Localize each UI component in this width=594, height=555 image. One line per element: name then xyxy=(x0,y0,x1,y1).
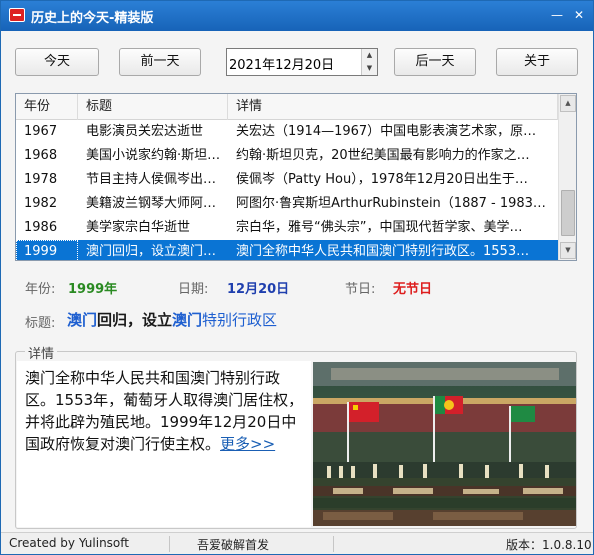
cell-title: 节目主持人侯佩岑出… xyxy=(86,172,217,187)
window-title: 历史上的今天-精装版 xyxy=(31,11,154,26)
scrollbar-thumb[interactable] xyxy=(561,190,575,236)
cell-details: 阿图尔·鲁宾斯坦ArthurRubinstein（1887 - 1983… xyxy=(236,196,546,211)
today-button[interactable]: 今天 xyxy=(15,48,99,76)
event-photo-image xyxy=(313,362,576,526)
cell-year: 1982 xyxy=(24,196,58,211)
cell-details: 关宏达（1914—1967）中国电影表演艺术家，原… xyxy=(236,124,537,139)
date-picker-value: 2021年12月20日 xyxy=(229,58,335,73)
status-bar: Created by Yulinsoft 吾爱破解首发 版本：1.0.8.10 xyxy=(1,532,593,554)
date-label: 日期: xyxy=(178,282,209,297)
table-row[interactable]: 1967 电影演员关宏达逝世 关宏达（1914—1967）中国电影表演艺术家，原… xyxy=(16,120,558,144)
app-window: 历史上的今天-精装版 — ✕ 今天 前一天 2021年12月20日 ▲ ▼ 后一… xyxy=(0,0,594,555)
minimize-icon[interactable]: — xyxy=(547,6,567,24)
year-value: 1999年 xyxy=(68,282,118,297)
details-text-panel[interactable]: 澳门全称中华人民共和国澳门特别行政区。1553年，葡萄牙人取得澳门居住权，并将此… xyxy=(17,361,311,527)
details-legend: 详情 xyxy=(25,343,58,362)
cell-title: 美国小说家约翰·斯坦… xyxy=(86,148,221,163)
cell-title: 美籍波兰钢琴大师阿… xyxy=(86,196,217,211)
cell-year: 1968 xyxy=(24,148,58,163)
cell-title: 电影演员关宏达逝世 xyxy=(86,124,204,139)
cell-year: 1967 xyxy=(24,124,58,139)
status-version: 版本：1.0.8.10 xyxy=(506,538,592,552)
column-header-year[interactable]: 年份 xyxy=(16,94,78,120)
title-keyword: 澳门 xyxy=(172,311,203,329)
festival-value: 无节日 xyxy=(393,282,433,297)
title-keyword: 特别行政区 xyxy=(202,311,278,329)
scroll-down-icon[interactable]: ▼ xyxy=(560,242,576,259)
date-picker[interactable]: 2021年12月20日 ▲ ▼ xyxy=(226,48,378,76)
cell-title: 美学家宗白华逝世 xyxy=(86,220,191,235)
date-value: 12月20日 xyxy=(227,282,290,297)
column-header-details[interactable]: 详情 xyxy=(228,94,558,120)
close-icon[interactable]: ✕ xyxy=(569,6,589,24)
title-keyword: 澳门 xyxy=(67,311,98,329)
details-text: 澳门全称中华人民共和国澳门特别行政区。1553年，葡萄牙人取得澳门居住权，并将此… xyxy=(25,367,307,455)
more-link[interactable]: 更多>> xyxy=(220,435,275,453)
scroll-up-icon[interactable]: ▲ xyxy=(560,95,576,112)
event-title: 澳门回归，设立澳门特别行政区 xyxy=(67,309,277,330)
column-header-title[interactable]: 标题 xyxy=(78,94,228,120)
cell-year: 1978 xyxy=(24,172,58,187)
title-label: 标题: xyxy=(25,316,56,331)
status-separator xyxy=(169,536,170,552)
about-button[interactable]: 关于 xyxy=(496,48,578,76)
status-release: 吾爱破解首发 xyxy=(197,538,270,552)
cell-details: 澳门全称中华人民共和国澳门特别行政区。1553… xyxy=(236,244,530,259)
cell-year: 1999 xyxy=(16,240,78,260)
title-bar[interactable]: 历史上的今天-精装版 — ✕ xyxy=(1,1,593,31)
next-day-button[interactable]: 后一天 xyxy=(394,48,476,76)
cell-year: 1986 xyxy=(24,220,58,235)
cell-details: 侯佩岑（Patty Hou），1978年12月20日出生于… xyxy=(236,172,528,187)
table-row[interactable]: 1982 美籍波兰钢琴大师阿… 阿图尔·鲁宾斯坦ArthurRubinstein… xyxy=(16,192,558,216)
cell-title: 澳门回归，设立澳门… xyxy=(86,244,217,259)
festival-label: 节日: xyxy=(345,282,376,297)
cell-details: 约翰·斯坦贝克，20世纪美国最有影响力的作家之… xyxy=(236,148,530,163)
table-header: 年份 标题 详情 xyxy=(16,94,558,120)
status-author: Created by Yulinsoft xyxy=(9,536,129,550)
cell-details: 宗白华，雅号“佛头宗”，中国现代哲学家、美学… xyxy=(236,220,523,235)
title-text: 回归，设立 xyxy=(97,311,173,329)
table-row[interactable]: 1968 美国小说家约翰·斯坦… 约翰·斯坦贝克，20世纪美国最有影响力的作家之… xyxy=(16,144,558,168)
event-photo xyxy=(313,362,576,526)
table-row-selected[interactable]: 1999 澳门回归，设立澳门… 澳门全称中华人民共和国澳门特别行政区。1553… xyxy=(16,240,558,260)
table-scrollbar[interactable]: ▲ ▼ xyxy=(558,94,576,260)
app-logo-icon xyxy=(9,8,25,22)
status-separator xyxy=(333,536,334,552)
events-table[interactable]: 年份 标题 详情 1967 电影演员关宏达逝世 关宏达（1914—1967）中国… xyxy=(15,93,577,261)
spin-up-arrow[interactable]: ▲ xyxy=(362,49,377,62)
prev-day-button[interactable]: 前一天 xyxy=(119,48,201,76)
spin-arrows-icon[interactable]: ▲ ▼ xyxy=(361,49,377,75)
spin-down-arrow[interactable]: ▼ xyxy=(362,62,377,75)
year-label: 年份: xyxy=(25,282,56,297)
table-row[interactable]: 1978 节目主持人侯佩岑出… 侯佩岑（Patty Hou），1978年12月2… xyxy=(16,168,558,192)
table-row[interactable]: 1986 美学家宗白华逝世 宗白华，雅号“佛头宗”，中国现代哲学家、美学… xyxy=(16,216,558,240)
